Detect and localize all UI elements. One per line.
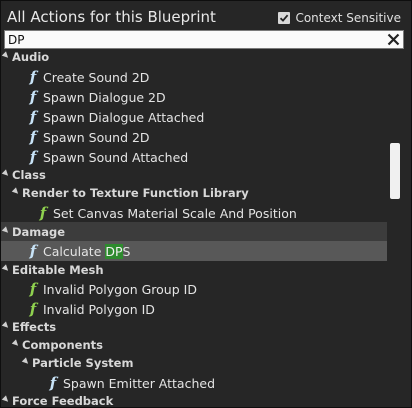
search-match-highlight: DP xyxy=(105,243,123,259)
category-label: Components xyxy=(22,338,103,352)
category-render-to-texture-function-library[interactable]: Render to Texture Function Library xyxy=(1,183,387,203)
category-damage[interactable]: Damage xyxy=(1,222,387,242)
function-icon: f xyxy=(29,242,37,260)
category-label: Damage xyxy=(12,225,66,239)
action-set-canvas-material-scale-and-position[interactable]: f Set Canvas Material Scale And Position xyxy=(1,203,387,223)
action-label-prefix: Calculate xyxy=(43,243,106,259)
category-components[interactable]: Components xyxy=(1,335,387,355)
expand-arrow-icon xyxy=(1,226,11,235)
category-label: Audio xyxy=(12,50,50,64)
menu-title: All Actions for this Blueprint xyxy=(7,8,216,26)
function-icon: f xyxy=(29,108,37,126)
action-label: Spawn Sound Attached xyxy=(43,149,189,165)
category-particle-system[interactable]: Particle System xyxy=(1,353,387,373)
action-spawn-dialogue-2d[interactable]: f Spawn Dialogue 2D xyxy=(1,87,387,107)
action-label: Create Sound 2D xyxy=(43,69,150,85)
expand-arrow-icon xyxy=(1,169,11,178)
category-label: Render to Texture Function Library xyxy=(22,186,249,200)
action-label: Invalid Polygon Group ID xyxy=(43,281,197,297)
function-icon: f xyxy=(49,374,57,392)
action-spawn-sound-2d[interactable]: f Spawn Sound 2D xyxy=(1,127,387,147)
list-scrollbar-thumb[interactable] xyxy=(390,143,400,199)
category-editable-mesh[interactable]: Editable Mesh xyxy=(1,260,387,280)
function-icon: f xyxy=(39,204,47,222)
action-invalid-polygon-group-id[interactable]: f Invalid Polygon Group ID xyxy=(1,279,387,299)
expand-arrow-icon xyxy=(11,187,21,196)
category-effects[interactable]: Effects xyxy=(1,317,387,337)
context-sensitive-checkbox[interactable] xyxy=(278,12,291,24)
action-tree-list: Audio f Create Sound 2D f Spawn Dialogue… xyxy=(1,49,387,407)
expand-arrow-icon xyxy=(1,321,11,330)
expand-arrow-icon xyxy=(11,339,21,348)
category-audio[interactable]: Audio xyxy=(1,49,387,67)
action-label: Invalid Polygon ID xyxy=(43,301,155,317)
action-spawn-sound-attached[interactable]: f Spawn Sound Attached xyxy=(1,147,387,167)
action-label: Set Canvas Material Scale And Position xyxy=(53,205,297,221)
clear-search-button[interactable] xyxy=(386,32,401,47)
function-icon: f xyxy=(29,300,37,318)
action-spawn-emitter-attached[interactable]: f Spawn Emitter Attached xyxy=(1,373,387,393)
search-box xyxy=(4,30,404,49)
category-class[interactable]: Class xyxy=(1,165,387,185)
action-menu-window: All Actions for this Blueprint Context S… xyxy=(0,0,412,408)
action-label-suffix: S xyxy=(122,243,131,259)
context-sensitive-label: Context Sensitive xyxy=(295,11,401,25)
action-label: Spawn Emitter Attached xyxy=(63,375,216,391)
function-icon: f xyxy=(29,68,37,86)
action-label: Spawn Sound 2D xyxy=(43,129,150,145)
search-input[interactable] xyxy=(8,32,378,47)
action-label: Spawn Dialogue 2D xyxy=(43,89,166,105)
expand-arrow-icon xyxy=(1,395,11,404)
action-label: Spawn Dialogue Attached xyxy=(43,109,205,125)
action-calculate-dps[interactable]: f Calculate DP S xyxy=(1,241,387,261)
expand-arrow-icon xyxy=(1,51,11,60)
context-sensitive-toggle[interactable]: Context Sensitive xyxy=(278,10,401,26)
category-label: Class xyxy=(12,168,46,182)
function-icon: f xyxy=(29,88,37,106)
action-spawn-dialogue-attached[interactable]: f Spawn Dialogue Attached xyxy=(1,107,387,127)
close-icon xyxy=(387,33,400,46)
category-label: Editable Mesh xyxy=(12,263,104,277)
category-force-feedback[interactable]: Force Feedback xyxy=(1,391,387,407)
category-label: Force Feedback xyxy=(12,394,114,407)
expand-arrow-icon xyxy=(1,264,11,273)
category-label: Particle System xyxy=(32,356,134,370)
expand-arrow-icon xyxy=(21,357,31,366)
function-icon: f xyxy=(29,280,37,298)
category-label: Effects xyxy=(12,320,57,334)
action-create-sound-2d[interactable]: f Create Sound 2D xyxy=(1,67,387,87)
function-icon: f xyxy=(29,148,37,166)
checkmark-icon xyxy=(280,14,289,22)
action-menu-header: All Actions for this Blueprint Context S… xyxy=(1,1,411,31)
function-icon: f xyxy=(29,128,37,146)
action-invalid-polygon-id[interactable]: f Invalid Polygon ID xyxy=(1,299,387,319)
